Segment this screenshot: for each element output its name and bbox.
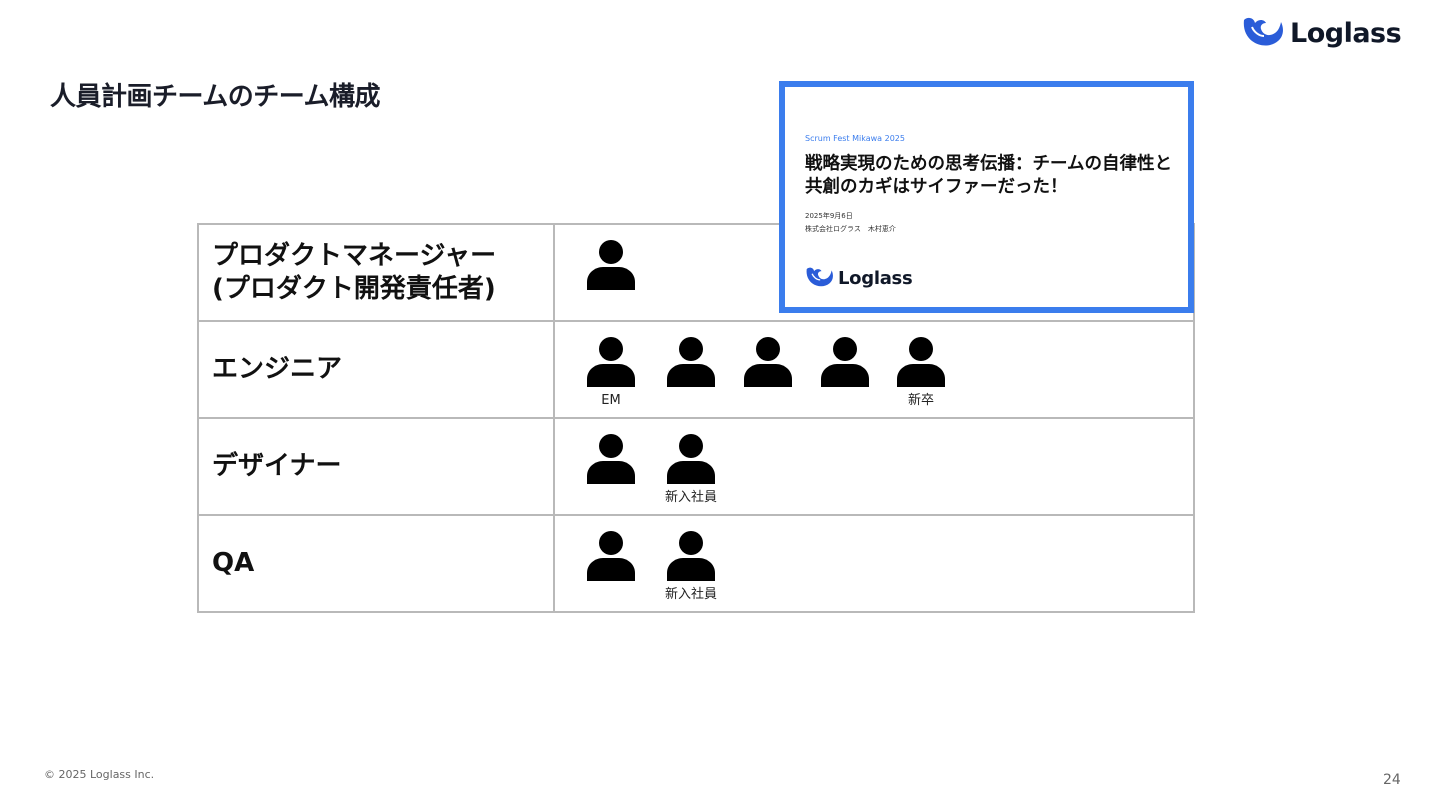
person-icon bbox=[581, 531, 641, 581]
team-member: 新入社員 bbox=[661, 531, 721, 603]
role-name: プロダクトマネージャー bbox=[212, 240, 497, 271]
page-title: 人員計画チームのチーム構成 bbox=[50, 82, 380, 112]
member-label: EM bbox=[601, 393, 621, 408]
cover-date: 2025年9月6日 bbox=[805, 212, 853, 220]
members-cell: 新入社員 bbox=[553, 417, 1195, 516]
cover-logo-text: Loglass bbox=[838, 268, 913, 289]
team-member bbox=[581, 240, 641, 290]
role-label: デザイナー bbox=[197, 417, 555, 516]
person-icon bbox=[661, 531, 721, 581]
person-icon bbox=[661, 434, 721, 484]
person-icon bbox=[581, 240, 641, 290]
cover-event-name: Scrum Fest Mikawa 2025 bbox=[805, 134, 905, 143]
brand-logo: Loglass bbox=[1240, 14, 1402, 52]
person-icon bbox=[815, 337, 875, 387]
team-member: EM bbox=[581, 337, 641, 409]
team-member bbox=[581, 434, 641, 484]
team-member: 新入社員 bbox=[661, 434, 721, 506]
members-cell: 新入社員 bbox=[553, 514, 1195, 613]
team-member: 新卒 bbox=[891, 337, 951, 409]
person-icon bbox=[661, 337, 721, 387]
logo-text: Loglass bbox=[1290, 17, 1402, 49]
member-label: 新入社員 bbox=[664, 490, 717, 505]
whale-logo-icon bbox=[1240, 14, 1286, 52]
team-row: デザイナー新入社員 bbox=[197, 417, 1195, 516]
role-name: QA bbox=[212, 548, 255, 578]
cover-title: 戦略実現のための思考伝播：チームの自律性と共創のカギはサイファーだった！ bbox=[805, 154, 1172, 197]
member-label: 新入社員 bbox=[664, 587, 717, 602]
person-icon bbox=[891, 337, 951, 387]
team-row: エンジニア EM 新卒 bbox=[197, 320, 1195, 419]
copyright: © 2025 Loglass Inc. bbox=[44, 768, 155, 781]
member-label: 新卒 bbox=[907, 393, 934, 408]
role-name: デザイナー bbox=[212, 451, 342, 481]
person-icon bbox=[581, 434, 641, 484]
team-member bbox=[738, 337, 798, 387]
page-number: 24 bbox=[1383, 772, 1401, 788]
role-label: エンジニア bbox=[197, 320, 555, 419]
team-row: QA 新入社員 bbox=[197, 514, 1195, 613]
cover-logo: Loglass bbox=[804, 265, 913, 292]
role-label: QA bbox=[197, 514, 555, 613]
team-member bbox=[661, 337, 721, 387]
team-member bbox=[815, 337, 875, 387]
person-icon bbox=[738, 337, 798, 387]
cover-company: 株式会社ログラス 木村恵介 bbox=[805, 225, 896, 233]
whale-logo-icon bbox=[804, 265, 835, 292]
members-cell: EM 新卒 bbox=[553, 320, 1195, 419]
cover-slide-thumbnail: Scrum Fest Mikawa 2025 戦略実現のための思考伝播：チームの… bbox=[779, 81, 1194, 313]
role-name: エンジニア bbox=[212, 354, 343, 384]
team-member bbox=[581, 531, 641, 581]
person-icon bbox=[581, 337, 641, 387]
role-label: プロダクトマネージャー (プロダクト開発責任者) bbox=[197, 223, 555, 322]
role-subtitle: (プロダクト開発責任者) bbox=[212, 273, 496, 304]
